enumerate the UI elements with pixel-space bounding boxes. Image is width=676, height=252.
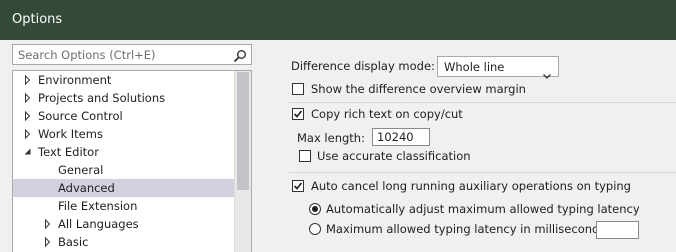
tree-scrollbar[interactable] [234,71,251,252]
collapsed-arrow-icon[interactable] [23,71,33,89]
copy-rich-text-checkbox[interactable] [292,108,304,120]
tree-item[interactable]: Projects and Solutions [13,89,235,107]
tree-item[interactable]: Environment [13,71,235,89]
options-dialog-body: Search Options (Ctrl+E) Environment Proje… [0,40,676,252]
tree-item-label: Advanced [58,181,115,195]
max-length-input[interactable]: 10240 [372,128,430,146]
tree-item-label: All Languages [58,217,139,231]
window-title: Options [12,12,63,27]
tree-item[interactable]: General [13,161,235,179]
max-latency-input[interactable] [596,221,639,239]
tree-item-label: Work Items [38,127,103,141]
collapsed-arrow-icon[interactable] [43,215,53,233]
copy-rich-text-label: Copy rich text on copy/cut [311,107,463,121]
tree-item[interactable]: Work Items [13,125,235,143]
max-length-label: Max length: [297,131,365,145]
auto-cancel-label: Auto cancel long running auxiliary opera… [311,179,631,193]
diff-mode-dropdown[interactable]: Whole line [437,56,559,79]
collapsed-arrow-icon[interactable] [23,125,33,143]
tree-item[interactable]: All Languages [13,215,235,233]
tree-item[interactable]: Source Control [13,107,235,125]
divider [289,172,676,173]
radio-dot [312,206,318,212]
tree-item-label: Projects and Solutions [38,91,166,105]
chevron-down-icon [543,64,551,83]
collapsed-arrow-icon[interactable] [23,107,33,125]
collapsed-arrow-icon[interactable] [43,233,53,251]
expanded-arrow-icon[interactable] [23,143,33,161]
tree-item[interactable]: Basic [13,233,235,251]
tree-item-label: Text Editor [38,145,99,159]
tree-item[interactable]: Advanced [13,179,235,197]
tree-item[interactable]: Text Editor [13,143,235,161]
search-options-input[interactable]: Search Options (Ctrl+E) [12,44,252,65]
accurate-classification-checkbox[interactable] [299,150,311,162]
search-icon[interactable] [233,48,247,63]
tree-item-label: Environment [38,73,112,87]
diff-mode-label: Difference display mode: [291,59,435,73]
tree-item-label: Basic [58,235,89,249]
auto-adjust-latency-label: Automatically adjust maximum allowed typ… [326,202,640,216]
collapsed-arrow-icon[interactable] [23,89,33,107]
scrollbar-thumb[interactable] [237,72,249,190]
divider [289,102,676,103]
accurate-classification-label: Use accurate classification [317,149,471,163]
title-bar: Options [0,0,676,40]
search-placeholder: Search Options (Ctrl+E) [18,48,156,62]
auto-adjust-latency-radio[interactable] [309,203,321,215]
tree-item[interactable]: File Extension [13,197,235,215]
max-latency-label: Maximum allowed typing latency in millis… [326,222,610,236]
tree-item-label: Source Control [38,109,123,123]
show-overview-margin-checkbox[interactable] [292,83,304,95]
tree-item-label: General [58,163,104,177]
diff-mode-value: Whole line [444,60,505,74]
max-latency-radio[interactable] [309,223,321,235]
auto-cancel-checkbox[interactable] [292,180,304,192]
options-tree[interactable]: Environment Projects and Solutions Source … [12,70,252,252]
tree-item-label: File Extension [58,199,138,213]
show-overview-margin-label: Show the difference overview margin [311,82,526,96]
